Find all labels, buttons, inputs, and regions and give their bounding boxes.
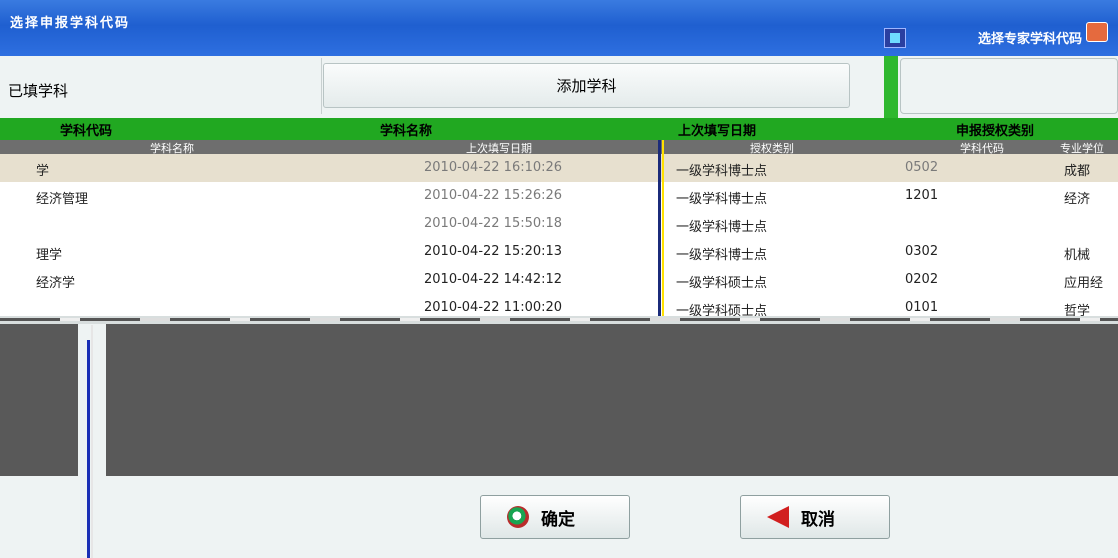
subject-name: 经济学 (36, 276, 76, 291)
column-header[interactable]: 学科名称 (380, 120, 432, 139)
extra-cell: 应用经 (1064, 276, 1104, 291)
dialog-window: 选择申报学科代码 选择专家学科代码 已填学科 添加学科 学科代码 学科名称 上次… (0, 0, 1118, 558)
auth-type: 一级学科博士点 (676, 248, 768, 263)
title-bar: 选择申报学科代码 选择专家学科代码 (0, 0, 1118, 56)
table-row[interactable]: 经济管理 2010-04-22 15:26:26 一级学科博士点 1201 经济 (0, 182, 1118, 210)
cancel-label: 取消 (801, 509, 835, 530)
right-panel (900, 58, 1118, 114)
subject-name: 理学 (36, 248, 63, 263)
subject-dropdown-grid[interactable]: 学科名称 上次填写日期 授权类别 学科代码 专业学位 学 2010-04-22 … (0, 140, 1118, 319)
preview-pane-left (0, 324, 78, 476)
auth-type: 一级学科博士点 (676, 192, 768, 207)
render-artifact (91, 325, 93, 558)
close-button[interactable] (1086, 22, 1108, 42)
ok-label: 确定 (541, 509, 575, 530)
table-row[interactable]: 2010-04-22 15:50:18 一级学科博士点 (0, 210, 1118, 238)
table-row[interactable]: 2010-04-22 11:00:20 一级学科硕士点 0101 哲学 (0, 294, 1118, 319)
subject-code: 0502 (905, 160, 939, 175)
subject-name: 经济管理 (36, 192, 89, 207)
grid-divider (658, 140, 661, 316)
dropdown-header: 学科名称 上次填写日期 授权类别 学科代码 专业学位 (0, 140, 1118, 155)
last-filled-date: 2010-04-22 16:10:26 (424, 160, 563, 175)
column-header[interactable]: 申报授权类别 (956, 120, 1034, 139)
subject-code: 0302 (905, 244, 939, 259)
auth-type: 一级学科硕士点 (676, 276, 768, 291)
window-title: 选择申报学科代码 (10, 16, 131, 31)
cancel-button[interactable]: 取消 (740, 495, 890, 539)
preview-pane (106, 324, 1118, 476)
last-filled-date: 2010-04-22 15:50:18 (424, 216, 563, 231)
subject-name: 学 (36, 164, 50, 179)
last-filled-date: 2010-04-22 11:00:20 (424, 300, 563, 315)
extra-cell: 成都 (1064, 164, 1091, 179)
ok-button[interactable]: 确定 (480, 495, 630, 539)
add-subject-button[interactable]: 添加学科 (323, 63, 850, 108)
cancel-icon (767, 506, 789, 528)
table-row[interactable]: 经济学 2010-04-22 14:42:12 一级学科硕士点 0202 应用经 (0, 266, 1118, 294)
extra-cell: 机械 (1064, 248, 1091, 263)
table-row[interactable]: 理学 2010-04-22 15:20:13 一级学科博士点 0302 机械 (0, 238, 1118, 266)
last-filled-date: 2010-04-22 15:20:13 (424, 244, 563, 259)
table-row[interactable]: 学 2010-04-22 16:10:26 一级学科博士点 0502 成都 (0, 154, 1118, 182)
last-filled-date: 2010-04-22 14:42:12 (424, 272, 563, 287)
last-filled-date: 2010-04-22 15:26:26 (424, 188, 563, 203)
extra-cell: 经济 (1064, 192, 1091, 207)
table-header: 学科代码 学科名称 上次填写日期 申报授权类别 (0, 118, 1118, 140)
subject-code: 0101 (905, 300, 939, 315)
render-artifact (87, 340, 90, 558)
window-title-secondary: 选择专家学科代码 (977, 32, 1082, 47)
subject-code: 0202 (905, 272, 939, 287)
filled-subjects-tab[interactable]: 已填学科 (8, 80, 68, 101)
ok-icon (507, 506, 529, 528)
auth-type: 一级学科博士点 (676, 164, 768, 179)
left-panel: 已填学科 (0, 58, 322, 114)
column-header[interactable]: 上次填写日期 (678, 120, 756, 139)
app-icon (884, 28, 906, 48)
grid-divider (662, 140, 664, 316)
column-header[interactable]: 学科代码 (60, 120, 112, 139)
auth-type: 一级学科博士点 (676, 220, 768, 235)
splitter[interactable] (0, 316, 1118, 324)
subject-code: 1201 (905, 188, 939, 203)
